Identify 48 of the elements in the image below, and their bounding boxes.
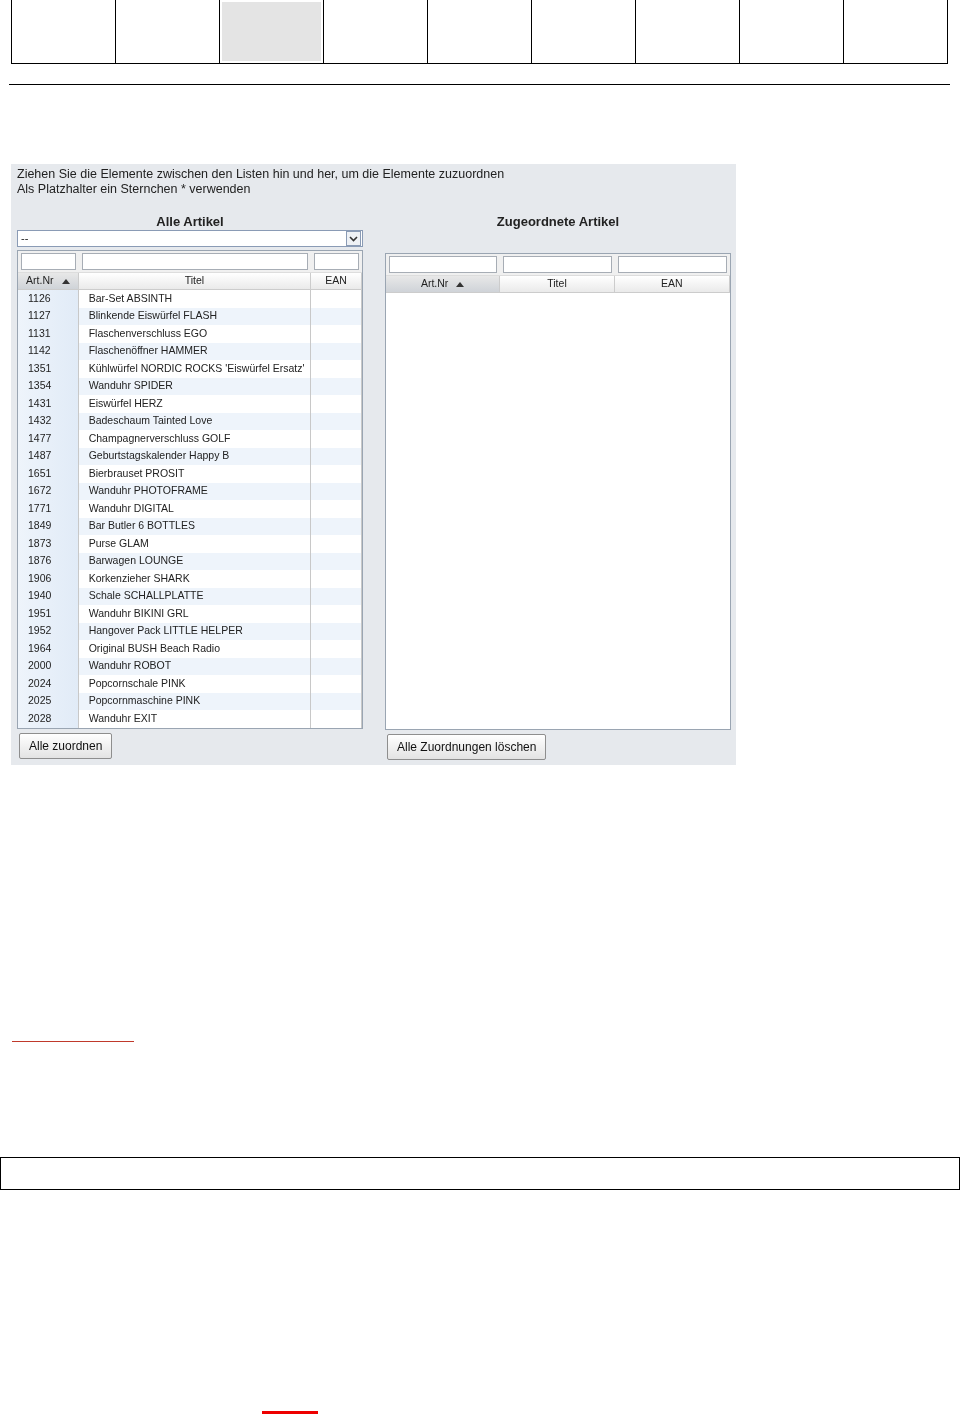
- table-cell: Korkenzieher SHARK: [78, 570, 312, 588]
- table-cell: 2028: [18, 710, 79, 728]
- filter-field[interactable]: [503, 256, 612, 273]
- table-cell: 1126: [18, 290, 79, 308]
- table-cell: Wanduhr DIGITAL: [78, 500, 312, 518]
- table-cell: 1431: [18, 395, 79, 413]
- sort-ascending-icon: [456, 281, 465, 287]
- instruction-text: Ziehen Sie die Elemente zwischen den Listen hin und her, um die Elemente zuzuordnen: [17, 167, 506, 182]
- filter-field[interactable]: [81, 253, 309, 270]
- sort-ascending-icon: [61, 278, 70, 284]
- table-cell: 1477: [18, 430, 79, 448]
- table-cell: 2024: [18, 675, 79, 693]
- table-cell: 1964: [18, 640, 79, 658]
- table-cell: Champagnerverschluss GOLF: [78, 430, 312, 448]
- instruction-text: Als Platzhalter ein Sternchen * verwenden: [17, 182, 252, 197]
- table-cell: 1651: [18, 465, 79, 483]
- dropdown[interactable]: --: [17, 230, 363, 247]
- table-cell: Bierbrauset PROSIT: [78, 465, 312, 483]
- table-cell: 1351: [18, 360, 79, 378]
- filter-field[interactable]: [21, 253, 76, 270]
- table-cell: Wanduhr BIKINI GRL: [78, 605, 312, 623]
- column-header[interactable]: Art.Nr: [18, 273, 79, 290]
- panel-title: Alle Artikel: [155, 213, 225, 230]
- table-cell: 1873: [18, 535, 79, 553]
- column-header[interactable]: Titel: [500, 276, 615, 293]
- column-header[interactable]: Titel: [78, 273, 312, 290]
- table-cell: 1951: [18, 605, 79, 623]
- clear-all-button[interactable]: Alle Zuordnungen löschen: [387, 734, 547, 760]
- table-cell: 1131: [18, 325, 79, 343]
- table-cell: Kühlwürfel NORDIC ROCKS 'Eiswürfel Ersatz': [78, 360, 312, 378]
- column-header[interactable]: EAN: [614, 276, 730, 293]
- filter-field[interactable]: [617, 256, 727, 273]
- filter-field[interactable]: [389, 256, 498, 273]
- filter-field[interactable]: [314, 253, 359, 270]
- column-header[interactable]: EAN: [311, 273, 362, 290]
- column-header[interactable]: Art.Nr: [386, 276, 501, 293]
- assign-all-button[interactable]: Alle zuordnen: [19, 733, 113, 759]
- table-cell: 1906: [18, 570, 79, 588]
- table-cell: Eiswürfel HERZ: [78, 395, 312, 413]
- table-cell: Purse GLAM: [78, 535, 312, 553]
- table-cell: Popcornschale PINK: [78, 675, 312, 693]
- table-cell: Bar-Set ABSINTH: [78, 290, 312, 308]
- chevron-down-icon[interactable]: [349, 235, 358, 242]
- table-cell: Wanduhr EXIT: [78, 710, 312, 728]
- table-cell: Original BUSH Beach Radio: [78, 640, 312, 658]
- table-cell: Flaschenverschluss EGO: [78, 325, 312, 343]
- panel-title: Zugeordnete Artikel: [495, 213, 621, 230]
- table-cell: 1771: [18, 500, 79, 518]
